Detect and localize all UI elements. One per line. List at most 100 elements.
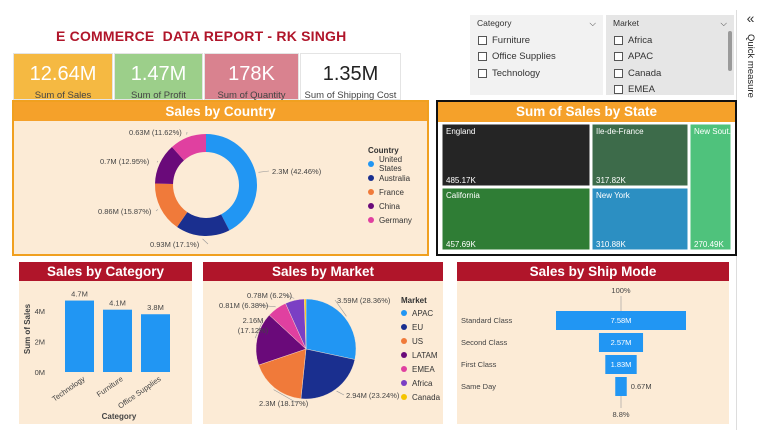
legend-marker — [368, 217, 374, 223]
sales-by-category-card: Sales by Category 0M 2M 4M Sum of Sales 4.7M… — [19, 262, 192, 424]
collapse-icon[interactable]: « — [737, 10, 764, 26]
checkbox[interactable] — [478, 52, 487, 62]
slicer-title: Category — [477, 18, 512, 28]
legend-label: China — [379, 201, 400, 211]
slicer-option-canada[interactable]: Canada — [606, 65, 734, 82]
slicer-header[interactable]: Market ⌵ — [606, 15, 734, 32]
checkbox[interactable] — [614, 35, 623, 45]
tile-label: New Sout... — [694, 127, 735, 136]
slicer-header[interactable]: Category ⌵ — [470, 15, 603, 32]
slicer-option-apac[interactable]: APAC — [606, 49, 734, 66]
data-label: 3.59M (28.36%) — [337, 296, 391, 305]
data-label: 2.94M (23.24%) — [346, 391, 400, 400]
funnel-bar[interactable] — [615, 377, 627, 396]
tile-label: New York — [596, 191, 631, 200]
market-legend-item[interactable]: LATAM — [401, 348, 440, 362]
quick-measure-label: Quick measure — [745, 34, 756, 98]
donut-slice[interactable] — [206, 134, 257, 231]
sales-by-state-card: Sum of Sales by State England 485.17K Ile-… — [436, 100, 737, 256]
leader-line — [156, 160, 159, 163]
legend-marker — [401, 310, 407, 316]
country-legend-item[interactable]: France — [368, 185, 427, 199]
kpi-value: 12.64M — [29, 63, 97, 85]
country-legend-item[interactable]: United States — [368, 155, 427, 173]
funnel-category-label: Second Class — [461, 338, 508, 347]
country-legend-item[interactable]: Germany — [368, 213, 427, 227]
option-label: Furniture — [492, 34, 531, 46]
legend-label: United States — [379, 155, 403, 173]
checkbox[interactable] — [478, 68, 487, 78]
bar[interactable] — [141, 314, 170, 372]
legend-label: France — [379, 187, 404, 197]
checkbox[interactable] — [614, 68, 623, 78]
category-slicer[interactable]: Category ⌵ Furniture Office Supplies Tec… — [470, 15, 603, 95]
y-tick-label: 4M — [35, 307, 45, 316]
market-legend-item[interactable]: Canada — [401, 390, 440, 404]
data-label: 0.93M (17.1%) — [150, 240, 200, 249]
slicer-option-office-supplies[interactable]: Office Supplies — [470, 49, 603, 66]
bar[interactable] — [103, 309, 132, 372]
funnel-category-label: Standard Class — [461, 316, 513, 325]
market-legend-item[interactable]: EMEA — [401, 362, 440, 376]
chevron-down-icon[interactable]: ⌵ — [590, 18, 596, 29]
tile-label: England — [446, 127, 475, 136]
legend-label: EU — [412, 322, 424, 332]
quick-measure-panel[interactable]: « Quick measure — [736, 10, 764, 430]
slicer-option-africa[interactable]: Africa — [606, 32, 734, 49]
slicer-scrollbar[interactable] — [728, 31, 732, 71]
funnel-value-label: 7.58M — [611, 316, 632, 325]
data-label: (17.12%) — [238, 326, 269, 335]
leader-line — [202, 238, 209, 245]
kpi-card-quantity: 178K Sum of Quantity — [204, 53, 299, 101]
market-slicer[interactable]: Market ⌵ Africa APAC Canada EMEA — [606, 15, 734, 95]
report-title: E COMMERCE DATA REPORT - RK SINGH — [56, 28, 347, 44]
x-tick-label: Technology — [50, 374, 86, 403]
legend-label: LATAM — [412, 350, 438, 360]
market-legend-item[interactable]: US — [401, 334, 440, 348]
treemap-tile[interactable] — [689, 124, 732, 251]
legend-marker — [401, 366, 407, 372]
country-legend-item[interactable]: Australia — [368, 171, 427, 185]
market-legend-item[interactable]: Africa — [401, 376, 440, 390]
y-tick-label: 0M — [35, 368, 45, 377]
funnel-bottom-label: 8.8% — [612, 410, 629, 419]
bar-value-label: 4.1M — [109, 299, 126, 308]
legend-title: Country — [368, 146, 399, 155]
legend-marker — [368, 161, 374, 167]
data-label: 0.78M (6.2%) — [247, 291, 293, 300]
market-legend-item[interactable]: APAC — [401, 306, 440, 320]
legend-label: EMEA — [412, 364, 435, 374]
sales-by-market-card: Sales by Market 3.59M (28.36%) 2.94M (23.… — [203, 262, 443, 424]
country-legend-item[interactable]: China — [368, 199, 427, 213]
x-axis-label: Category — [102, 412, 137, 421]
legend-label: Africa — [412, 378, 433, 388]
checkbox[interactable] — [614, 52, 623, 62]
y-tick-label: 2M — [35, 338, 45, 347]
tile-value: 317.82K — [596, 176, 626, 185]
legend-label: Germany — [379, 215, 412, 225]
option-label: Technology — [492, 67, 541, 79]
data-label: 2.16M — [243, 316, 264, 325]
bar[interactable] — [65, 300, 94, 372]
tile-value: 310.88K — [596, 240, 626, 249]
x-tick-label: Furniture — [95, 374, 125, 399]
donut-slice[interactable] — [177, 212, 230, 236]
data-label: 0.81M (6.38%) — [219, 301, 269, 310]
legend-marker — [368, 175, 374, 181]
checkbox[interactable] — [478, 35, 487, 45]
tile-value: 457.69K — [446, 240, 476, 249]
chart-title: Sales by Category — [19, 262, 192, 281]
slicer-option-technology[interactable]: Technology — [470, 65, 603, 82]
chart-title: Sales by Market — [203, 262, 443, 281]
y-axis-label: Sum of Sales — [23, 303, 32, 354]
funnel-value-label: 0.67M — [631, 382, 652, 391]
kpi-card-shipping-cost: 1.35M Sum of Shipping Cost — [300, 53, 401, 101]
market-legend-item[interactable]: EU — [401, 320, 440, 334]
tile-value: 270.49K — [694, 240, 724, 249]
checkbox[interactable] — [614, 85, 623, 95]
slicer-option-furniture[interactable]: Furniture — [470, 32, 603, 49]
slicer-option-emea[interactable]: EMEA — [606, 82, 734, 99]
legend-label: US — [412, 336, 424, 346]
chevron-down-icon[interactable]: ⌵ — [721, 18, 727, 29]
funnel-chart: 100% Standard Class 7.58M Second Class 2.57M… — [461, 286, 686, 419]
